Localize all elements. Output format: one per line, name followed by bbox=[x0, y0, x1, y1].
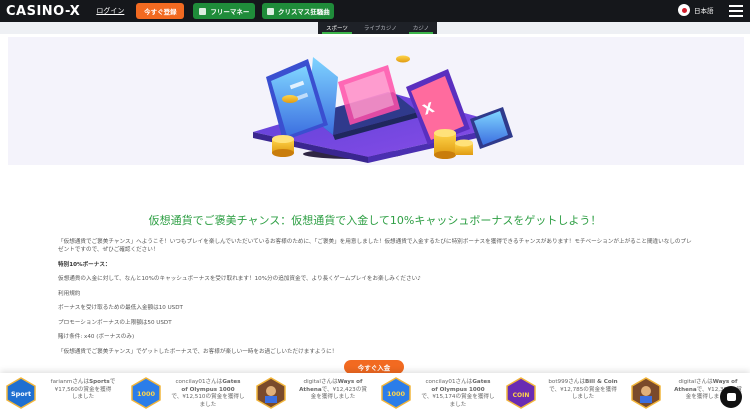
hamburger-menu-icon[interactable] bbox=[729, 5, 743, 17]
thumb-label: 1000 bbox=[387, 390, 406, 398]
winner-text: concilay01さんはGates of Olympus 1000 で、¥12… bbox=[171, 379, 245, 408]
bonus-description: 仮想通貨の入金に対して、なんと10%のキャッシュボーナスを受け取れます！10%分… bbox=[58, 276, 421, 282]
promo-heading: 仮想通貨でご褒美チャンス：仮想通貨で入金して10%キャッシュボーナスをゲットしよ… bbox=[148, 214, 602, 227]
language-label: 日本語 bbox=[694, 7, 714, 15]
promo-banner: X bbox=[8, 37, 744, 165]
site-logo[interactable]: CASINO-X bbox=[6, 4, 80, 19]
winner-item[interactable]: COIN bot999さんはBill & Coin で、¥12,785の賞金を獲… bbox=[500, 373, 625, 415]
game-thumbnail bbox=[256, 377, 286, 409]
free-money-label: フリーマネー bbox=[210, 8, 250, 16]
top-navigation-bar: CASINO-X ログイン 今すぐ登録 フリーマネー クリスマス狂騒曲 日本語 bbox=[0, 0, 750, 22]
game-thumbnail: 1000 bbox=[381, 377, 411, 409]
closing-paragraph: 「仮想通貨でご褒美チャンス」でゲットしたボーナスで、お客様が楽しい一時をお過ごし… bbox=[58, 348, 338, 355]
register-label: 今すぐ登録 bbox=[144, 8, 177, 16]
min-deposit-term: ボーナスを受け取るための最低入金額は10 USDT bbox=[58, 305, 183, 311]
winner-item[interactable]: 1000 concilay01さんはGates of Olympus 1000 … bbox=[375, 373, 500, 415]
winner-text: concilay01さんはGates of Olympus 1000 で、¥15… bbox=[421, 379, 495, 408]
winner-text: digitalさんはWays of Athenaで、¥12,423の賞 金を獲得… bbox=[299, 379, 367, 400]
bonus-title: 特別10%ボーナス： bbox=[58, 261, 111, 268]
deposit-now-button[interactable]: 今すぐ入金 bbox=[344, 360, 404, 374]
category-tabs: スポーツ ライブカジノ カジノ bbox=[318, 22, 438, 34]
wagering-term: 賭け条件: x40 (ボーナスのみ) bbox=[58, 334, 135, 340]
thumb-label: COIN bbox=[513, 392, 530, 399]
promo-illustration: X bbox=[253, 55, 513, 163]
winner-text: farianmさんはSportsで ¥17,560の賞金を獲得 しました bbox=[50, 379, 116, 400]
chat-icon bbox=[726, 393, 736, 401]
promo-content: 「仮想通貨でご褒美チャンス」へようこそ！いつもプレイを楽しんでいただいているお客… bbox=[58, 238, 694, 362]
game-thumbnail: Sport bbox=[6, 377, 36, 409]
thumb-label: 1000 bbox=[137, 390, 156, 398]
game-thumbnail: 1000 bbox=[131, 377, 161, 409]
winner-item[interactable]: Sport farianmさんはSportsで ¥17,560の賞金を獲得 しま… bbox=[0, 373, 125, 415]
free-money-button[interactable]: フリーマネー bbox=[193, 3, 256, 19]
register-button[interactable]: 今すぐ登録 bbox=[136, 3, 185, 19]
tab-live-casino[interactable]: ライブカジノ bbox=[356, 22, 405, 34]
tab-casino[interactable]: カジノ bbox=[405, 22, 437, 34]
tab-sports[interactable]: スポーツ bbox=[318, 22, 356, 34]
recent-winners-ticker: Sport farianmさんはSportsで ¥17,560の賞金を獲得 しま… bbox=[0, 373, 750, 415]
winner-item[interactable]: 1000 concilay01さんはGates of Olympus 1000 … bbox=[125, 373, 250, 415]
game-thumbnail: COIN bbox=[506, 377, 536, 409]
language-selector[interactable]: 日本語 bbox=[678, 4, 714, 16]
gift-icon bbox=[199, 7, 207, 15]
game-thumbnail bbox=[631, 377, 661, 409]
max-bonus-term: プロモーションボーナスの上限額は50 USDT bbox=[58, 319, 172, 326]
winner-text: bot999さんはBill & Coin で、¥12,785の賞金を獲得 しまし… bbox=[548, 379, 618, 400]
christmas-label: クリスマス狂騒曲 bbox=[277, 8, 330, 16]
christmas-promo-button[interactable]: クリスマス狂騒曲 bbox=[262, 3, 335, 19]
live-chat-button[interactable] bbox=[720, 386, 742, 408]
thumb-label: Sport bbox=[11, 390, 31, 398]
terms-title: 利用規約 bbox=[58, 290, 81, 297]
japan-flag-icon bbox=[678, 4, 690, 16]
winner-item[interactable]: digitalさんはWays of Athenaで、¥12,423の賞 金を獲得… bbox=[250, 373, 375, 415]
intro-paragraph: 「仮想通貨でご褒美チャンス」へようこそ！いつもプレイを楽しんでいただいているお客… bbox=[58, 239, 692, 253]
gift-icon bbox=[266, 7, 274, 15]
login-link[interactable]: ログイン bbox=[96, 6, 124, 16]
